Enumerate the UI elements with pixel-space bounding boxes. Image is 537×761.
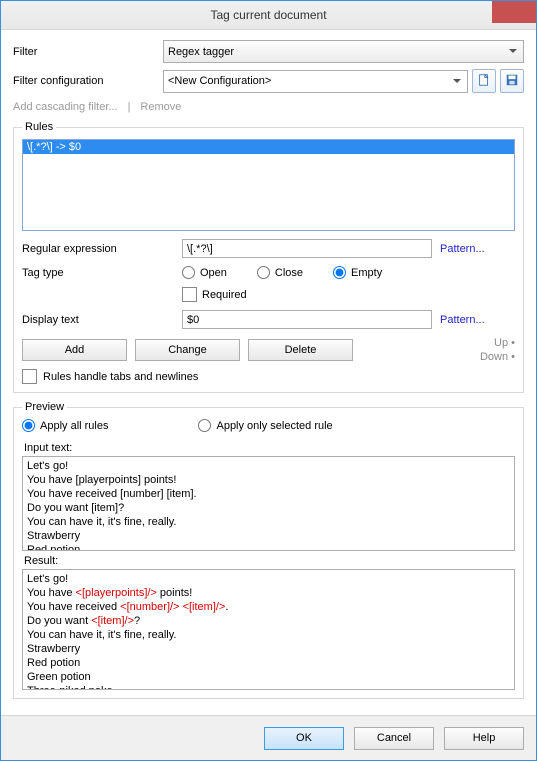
input-text-label: Input text: bbox=[24, 442, 515, 454]
filter-combo[interactable]: Regex tagger bbox=[163, 40, 524, 63]
rule-item[interactable]: \[.*?\] -> $0 bbox=[23, 140, 514, 154]
filter-config-combo[interactable]: <New Configuration> bbox=[163, 70, 468, 93]
result-tag: <[playerpoints]/> bbox=[76, 587, 157, 599]
input-line: You can have it, it's fine, really. bbox=[27, 515, 510, 529]
preview-legend: Preview bbox=[22, 401, 67, 413]
result-tag: <[item]/> bbox=[91, 615, 134, 627]
input-line: You have [playerpoints] points! bbox=[27, 473, 510, 487]
regex-pattern-link[interactable]: Pattern... bbox=[440, 243, 485, 255]
filter-config-label: Filter configuration bbox=[13, 75, 163, 87]
dialog-window: Tag current document Filter Regex tagger… bbox=[0, 0, 537, 761]
result-line: Green potion bbox=[27, 670, 510, 684]
result-line: Red potion bbox=[27, 656, 510, 670]
filter-config-value: <New Configuration> bbox=[168, 75, 271, 87]
cancel-button[interactable]: Cancel bbox=[354, 727, 434, 750]
input-line: Red potion bbox=[27, 543, 510, 551]
display-pattern-link[interactable]: Pattern... bbox=[440, 314, 485, 326]
handle-tabs-label: Rules handle tabs and newlines bbox=[43, 371, 198, 383]
result-line: Do you want <[item]/>? bbox=[27, 614, 510, 628]
save-icon bbox=[505, 73, 519, 90]
reorder-controls: Up Down bbox=[480, 337, 515, 363]
new-file-icon bbox=[477, 73, 491, 90]
result-line: You can have it, it's fine, really. bbox=[27, 628, 510, 642]
apply-selected-label: Apply only selected rule bbox=[216, 420, 332, 432]
result-line: Let's go! bbox=[27, 572, 510, 586]
input-text-area[interactable]: Let's go!You have [playerpoints] points!… bbox=[22, 456, 515, 551]
tagtype-empty-label: Empty bbox=[351, 267, 382, 279]
move-up-link[interactable]: Up bbox=[494, 337, 515, 349]
result-line: Strawberry bbox=[27, 642, 510, 656]
rules-listbox[interactable]: \[.*?\] -> $0 bbox=[22, 139, 515, 231]
dialog-body: Filter Regex tagger Filter configuration… bbox=[1, 30, 536, 715]
dialog-footer: OK Cancel Help bbox=[1, 715, 536, 760]
result-line: Three-piked poke bbox=[27, 684, 510, 690]
tagtype-open-label: Open bbox=[200, 267, 227, 279]
window-title: Tag current document bbox=[210, 8, 326, 22]
handle-tabs-checkbox[interactable] bbox=[22, 369, 37, 384]
input-line: Let's go! bbox=[27, 459, 510, 473]
tagtype-label: Tag type bbox=[22, 267, 182, 279]
preview-group: Preview Apply all rules Apply only selec… bbox=[13, 401, 524, 699]
titlebar: Tag current document bbox=[1, 1, 536, 30]
rules-legend: Rules bbox=[22, 121, 56, 133]
rules-group: Rules \[.*?\] -> $0 Regular expression P… bbox=[13, 121, 524, 393]
help-button[interactable]: Help bbox=[444, 727, 524, 750]
save-config-button[interactable] bbox=[500, 69, 524, 93]
tagtype-close-radio[interactable]: Close bbox=[257, 266, 303, 279]
required-label: Required bbox=[202, 289, 247, 301]
result-tag: <[item]/> bbox=[183, 601, 226, 613]
filter-combo-value: Regex tagger bbox=[168, 46, 234, 58]
display-text-label: Display text bbox=[22, 314, 182, 326]
apply-all-label: Apply all rules bbox=[40, 420, 108, 432]
result-line: You have <[playerpoints]/> points! bbox=[27, 586, 510, 600]
input-line: You have received [number] [item]. bbox=[27, 487, 510, 501]
result-label: Result: bbox=[24, 555, 515, 567]
close-button[interactable] bbox=[492, 1, 536, 23]
add-cascading-filter-link[interactable]: Add cascading filter... bbox=[13, 101, 118, 113]
change-button[interactable]: Change bbox=[135, 339, 240, 361]
display-text-input[interactable] bbox=[182, 310, 432, 329]
delete-button[interactable]: Delete bbox=[248, 339, 353, 361]
input-line: Do you want [item]? bbox=[27, 501, 510, 515]
result-line: You have received <[number]/> <[item]/>. bbox=[27, 600, 510, 614]
checkbox-icon bbox=[182, 287, 197, 302]
move-down-link[interactable]: Down bbox=[480, 351, 515, 363]
tagtype-close-label: Close bbox=[275, 267, 303, 279]
apply-selected-radio[interactable]: Apply only selected rule bbox=[198, 419, 332, 432]
new-config-button[interactable] bbox=[472, 69, 496, 93]
tagtype-open-radio[interactable]: Open bbox=[182, 266, 227, 279]
regex-input[interactable] bbox=[182, 239, 432, 258]
apply-all-radio[interactable]: Apply all rules bbox=[22, 419, 108, 432]
result-tag: <[number]/> bbox=[120, 601, 179, 613]
tagtype-empty-radio[interactable]: Empty bbox=[333, 266, 382, 279]
remove-filter-link[interactable]: Remove bbox=[140, 101, 181, 113]
required-checkbox[interactable]: Required bbox=[182, 287, 247, 302]
result-text-area[interactable]: Let's go!You have <[playerpoints]/> poin… bbox=[22, 569, 515, 690]
input-line: Strawberry bbox=[27, 529, 510, 543]
ok-button[interactable]: OK bbox=[264, 727, 344, 750]
filter-label: Filter bbox=[13, 46, 163, 58]
regex-label: Regular expression bbox=[22, 243, 182, 255]
separator: | bbox=[128, 101, 131, 113]
add-button[interactable]: Add bbox=[22, 339, 127, 361]
